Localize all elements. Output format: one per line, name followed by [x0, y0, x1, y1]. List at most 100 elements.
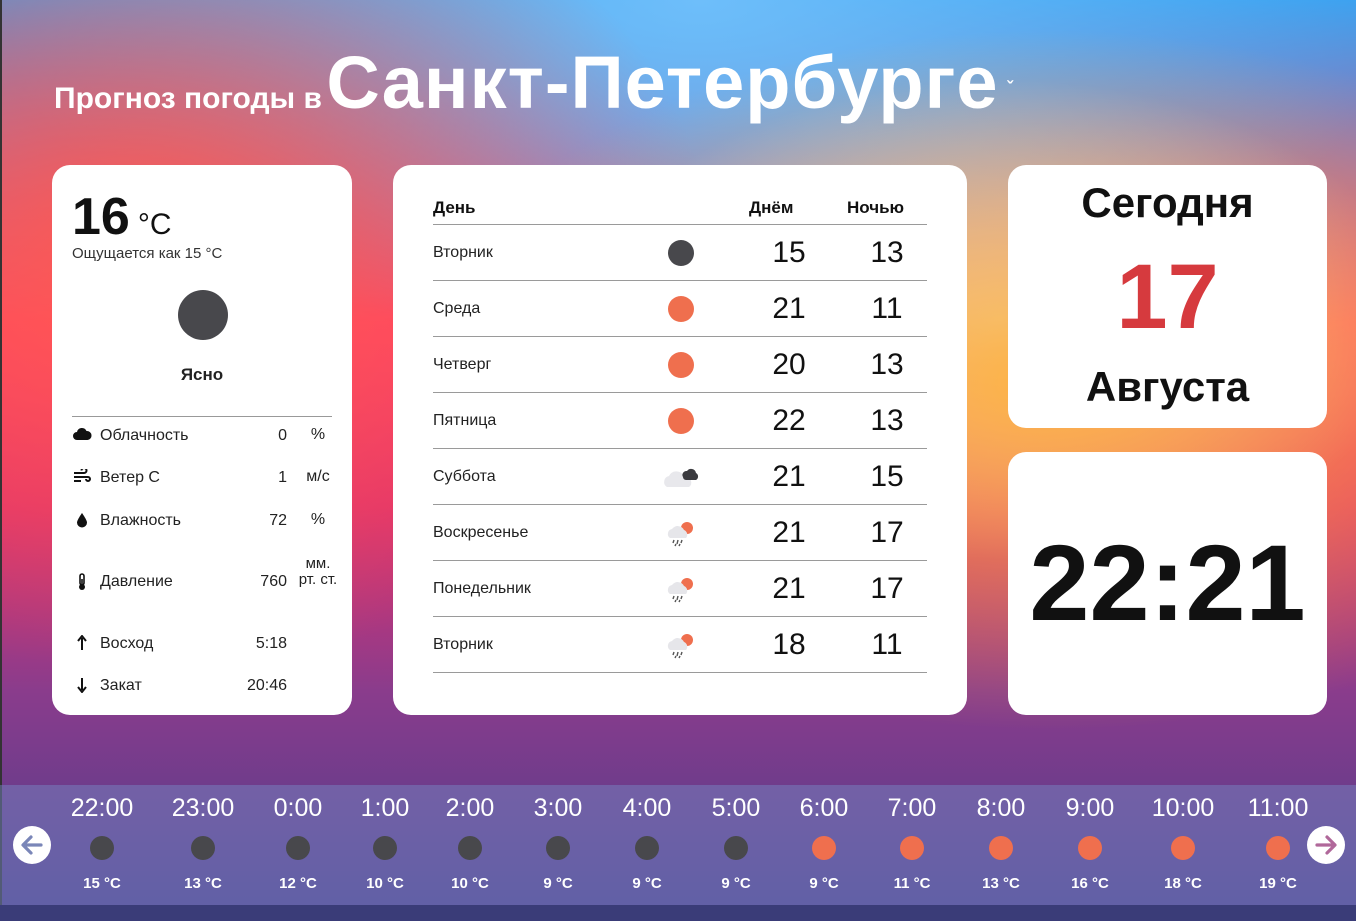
current-temp-value: 16 [72, 188, 130, 246]
forecast-night-temp: 13 [870, 236, 904, 269]
arrow-left-icon [21, 835, 43, 855]
forecast-day-temp: 21 [772, 572, 806, 605]
forecast-day: Пятница [433, 412, 497, 429]
moon-icon [635, 836, 659, 860]
forecast-day: Воскресенье [433, 524, 529, 541]
hour-temp: 12 °C [279, 875, 317, 892]
hour-temp: 10 °C [451, 875, 489, 892]
sun-icon [1171, 836, 1195, 860]
moon-icon [90, 836, 114, 860]
scroll-left-button[interactable] [13, 826, 51, 864]
forecast-row: Вторник 18 11 [433, 617, 927, 673]
moon-icon [373, 836, 397, 860]
title-prefix: Прогноз погоды в [54, 82, 322, 115]
hour-time: 7:00 [887, 794, 937, 822]
column-header-day: День [433, 198, 476, 217]
cloudy-icon [661, 463, 701, 491]
forecast-row: Вторник 15 13 [433, 225, 927, 281]
hour-time: 10:00 [1151, 794, 1215, 822]
detail-value: 20:46 [246, 677, 287, 694]
hour-time: 11:00 [1247, 794, 1309, 822]
detail-unit: % [310, 511, 326, 528]
moon-clear-icon [178, 290, 228, 340]
clock-time: 22:21 [1029, 522, 1306, 643]
current-weather-card: 16 °C Ощущается как 15 °C Ясно Облачность… [52, 165, 352, 715]
hour-temp: 9 °C [809, 875, 839, 892]
forecast-day-temp: 21 [772, 460, 806, 493]
moon-icon [286, 836, 310, 860]
forecast-row: Понедельник 21 17 [433, 561, 927, 617]
moon-icon [458, 836, 482, 860]
forecast-day: Вторник [433, 244, 493, 261]
hour-time: 22:00 [70, 794, 134, 822]
column-header-night: Ночью [847, 198, 905, 217]
sun-icon [1078, 836, 1102, 860]
sun-icon [812, 836, 836, 860]
hour-temp: 13 °C [184, 875, 222, 892]
arrow-up-icon [72, 634, 92, 656]
rain-icon [661, 631, 701, 659]
forecast-row: Суббота 21 15 [433, 449, 927, 505]
forecast-night-temp: 13 [870, 348, 904, 381]
rain-icon [661, 519, 701, 547]
forecast-night-temp: 11 [871, 628, 903, 661]
sun-icon [661, 351, 701, 379]
moon-icon [191, 836, 215, 860]
detail-value: 5:18 [255, 635, 287, 652]
hour-time: 2:00 [445, 794, 495, 822]
hour-temp: 13 °C [982, 875, 1020, 892]
feels-like: Ощущается как 15 °C [72, 245, 223, 262]
hour-time: 3:00 [533, 794, 583, 822]
detail-label: Облачность [100, 427, 189, 444]
hour-time: 8:00 [976, 794, 1026, 822]
city-selector[interactable]: Санкт-Петербурге [326, 41, 998, 124]
forecast-day-temp: 15 [772, 236, 806, 269]
forecast-day-temp: 18 [772, 628, 806, 661]
date-day: 17 [1116, 246, 1219, 348]
scroll-right-button[interactable] [1307, 826, 1345, 864]
forecast-day: Четверг [433, 356, 492, 373]
moon-icon [724, 836, 748, 860]
detail-label: Восход [100, 635, 154, 652]
chevron-down-icon[interactable]: ˇ [1007, 78, 1013, 98]
drop-icon [72, 512, 92, 533]
page-title: Прогноз погоды в Санкт-Петербурге ˇ [54, 40, 1013, 125]
detail-value: 0 [278, 427, 287, 444]
forecast-day-temp: 22 [772, 404, 806, 437]
detail-value: 760 [260, 573, 287, 590]
hour-time: 9:00 [1065, 794, 1115, 822]
rain-icon [661, 575, 701, 603]
hourly-forecast-strip: 22:00 15 °C 23:00 13 °C 0:00 12 °C 1:00 10 °C 2:… [0, 785, 1356, 905]
hour-temp: 18 °C [1164, 875, 1202, 892]
hour-temp: 9 °C [543, 875, 573, 892]
hour-time: 23:00 [171, 794, 235, 822]
forecast-day: Понедельник [433, 580, 531, 597]
sun-icon [900, 836, 924, 860]
clock-card: 22:21 [1008, 452, 1327, 715]
hour-time: 6:00 [799, 794, 849, 822]
forecast-night-temp: 17 [870, 516, 904, 549]
hour-temp: 10 °C [366, 875, 404, 892]
sun-icon [661, 407, 701, 435]
cloud-icon [72, 427, 92, 446]
weekly-forecast-card: День Днём Ночью Вторник 15 13 Среда 21 11 Четв… [393, 165, 967, 715]
hour-time: 0:00 [273, 794, 323, 822]
detail-unit: м/с [306, 468, 330, 485]
current-temperature: 16 °C [72, 187, 172, 247]
hour-temp: 16 °C [1071, 875, 1109, 892]
forecast-day: Вторник [433, 636, 493, 653]
sun-icon [989, 836, 1013, 860]
forecast-row: Воскресенье 21 17 [433, 505, 927, 561]
thermometer-icon [72, 573, 92, 596]
forecast-night-temp: 15 [870, 460, 904, 493]
moon-icon [546, 836, 570, 860]
forecast-day-temp: 21 [772, 292, 806, 325]
detail-label: Ветер С [100, 469, 160, 486]
forecast-night-temp: 17 [870, 572, 904, 605]
hour-temp: 19 °C [1259, 875, 1297, 892]
hour-time: 5:00 [711, 794, 761, 822]
row-divider [433, 672, 927, 673]
detail-label: Давление [100, 573, 173, 590]
hour-temp: 9 °C [632, 875, 662, 892]
hour-temp: 9 °C [721, 875, 751, 892]
